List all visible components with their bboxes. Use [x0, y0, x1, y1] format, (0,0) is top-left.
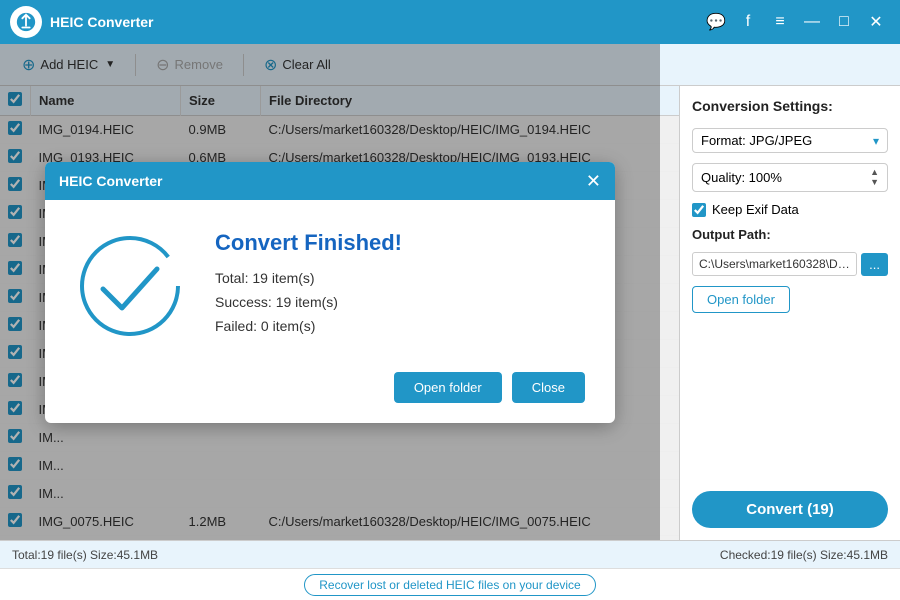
format-dropdown[interactable]: Format: JPG/JPEG ▾ [692, 128, 888, 153]
menu-icon[interactable]: ≡ [766, 8, 794, 36]
quality-arrows: ▲ ▼ [870, 168, 879, 187]
status-bar: Total:19 file(s) Size:45.1MB Checked:19 … [0, 540, 900, 568]
modal-info: Convert Finished! Total: 19 item(s) Succ… [215, 230, 585, 342]
chat-icon[interactable]: 💬 [702, 8, 730, 36]
status-right: Checked:19 file(s) Size:45.1MB [720, 548, 888, 562]
modal-title: HEIC Converter [59, 173, 162, 189]
sidebar-title: Conversion Settings: [692, 98, 888, 114]
format-label: Format: JPG/JPEG [701, 133, 812, 148]
modal-total: Total: 19 item(s) [215, 270, 585, 286]
status-left: Total:19 file(s) Size:45.1MB [12, 548, 158, 562]
modal-heading: Convert Finished! [215, 230, 585, 256]
app-logo [10, 6, 42, 38]
keep-exif-row: Keep Exif Data [692, 202, 888, 217]
quality-label: Quality: 100% [701, 170, 782, 185]
output-path-row: C:\Users\market160328\Docu ... [692, 252, 888, 276]
quality-up-arrow[interactable]: ▲ [870, 168, 879, 177]
recover-link[interactable]: Recover lost or deleted HEIC files on yo… [304, 574, 595, 596]
quality-down-arrow[interactable]: ▼ [870, 178, 879, 187]
facebook-icon[interactable]: f [734, 8, 762, 36]
close-button[interactable]: ✕ [862, 8, 890, 36]
modal-close-dialog-button[interactable]: Close [512, 372, 585, 403]
convert-finished-modal: HEIC Converter ✕ Convert Finished! Total… [45, 162, 615, 423]
sidebar: Conversion Settings: Format: JPG/JPEG ▾ … [680, 86, 900, 540]
output-path-box: C:\Users\market160328\Docu [692, 252, 857, 276]
maximize-button[interactable]: □ [830, 8, 858, 36]
browse-button[interactable]: ... [861, 253, 888, 276]
keep-exif-checkbox[interactable] [692, 203, 706, 217]
chevron-down-icon: ▾ [873, 134, 879, 148]
keep-exif-label: Keep Exif Data [712, 202, 799, 217]
title-bar: HEIC Converter 💬 f ≡ — □ ✕ [0, 0, 900, 44]
modal-body: Convert Finished! Total: 19 item(s) Succ… [45, 200, 615, 362]
modal-overlay: HEIC Converter ✕ Convert Finished! Total… [0, 44, 660, 540]
modal-open-folder-button[interactable]: Open folder [394, 372, 502, 403]
success-circle-icon [75, 231, 185, 341]
quality-input: Quality: 100% ▲ ▼ [692, 163, 888, 192]
modal-success: Success: 19 item(s) [215, 294, 585, 310]
modal-failed: Failed: 0 item(s) [215, 318, 585, 334]
modal-close-button[interactable]: ✕ [586, 172, 601, 190]
open-folder-button[interactable]: Open folder [692, 286, 790, 313]
convert-button[interactable]: Convert (19) [692, 491, 888, 528]
app-title: HEIC Converter [50, 14, 702, 30]
modal-header: HEIC Converter ✕ [45, 162, 615, 200]
minimize-button[interactable]: — [798, 8, 826, 36]
window-controls: 💬 f ≡ — □ ✕ [702, 8, 890, 36]
output-path-label: Output Path: [692, 227, 888, 242]
modal-footer: Open folder Close [45, 362, 615, 423]
bottom-bar: Recover lost or deleted HEIC files on yo… [0, 568, 900, 600]
